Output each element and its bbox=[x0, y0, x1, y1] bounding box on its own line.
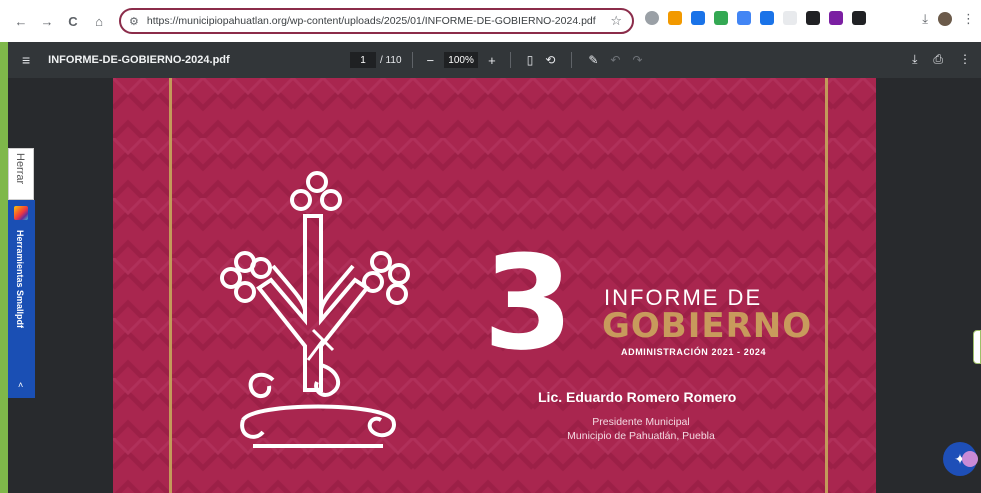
extensions-row bbox=[645, 11, 866, 25]
site-settings-icon[interactable]: ⚙ bbox=[129, 15, 139, 28]
smallpdf-tools-label: Herramientas Smallpdf bbox=[15, 230, 25, 329]
extension-icon[interactable] bbox=[852, 11, 866, 25]
more-actions-icon[interactable]: ⋮ bbox=[959, 52, 971, 67]
profile-avatar[interactable] bbox=[938, 12, 952, 26]
undo-icon[interactable]: ↶ bbox=[604, 53, 626, 67]
total-pages: / 110 bbox=[380, 54, 402, 66]
annotate-icon[interactable]: ✎ bbox=[582, 53, 604, 67]
print-icon[interactable]: ⎙ bbox=[933, 52, 943, 67]
download-icon[interactable]: ⤓ bbox=[912, 52, 917, 67]
forward-button[interactable]: → bbox=[36, 10, 58, 32]
downloads-icon[interactable]: ⤓ bbox=[922, 11, 928, 27]
address-bar[interactable]: ⚙ https://municipiopahuatlan.org/wp-cont… bbox=[119, 8, 634, 34]
pdf-toolbar: ≡ INFORME-DE-GOBIERNO-2024.pdf 1 / 110 −… bbox=[8, 42, 981, 78]
municipality-name: Municipio de Pahuatlán, Puebla bbox=[567, 430, 715, 442]
report-number: 3 bbox=[483, 227, 573, 379]
extension-icon[interactable] bbox=[691, 11, 705, 25]
extension-icon[interactable] bbox=[783, 11, 797, 25]
pdf-page: 3 INFORME DE GOBIERNO ADMINISTRACIÓN 202… bbox=[113, 78, 876, 493]
tree-logo bbox=[220, 171, 410, 448]
chevron-up-icon[interactable]: ˄ bbox=[18, 380, 23, 390]
home-button[interactable]: ⌂ bbox=[88, 10, 110, 32]
bookmark-star-icon[interactable]: ☆ bbox=[610, 13, 622, 29]
browser-right-icons: ⤓ ⋮ bbox=[922, 11, 975, 27]
toolbar-divider bbox=[509, 52, 511, 68]
reload-button[interactable]: C bbox=[62, 10, 84, 32]
side-strip bbox=[0, 42, 8, 493]
browser-toolbar: ← → C ⌂ ⚙ https://municipiopahuatlan.org… bbox=[0, 0, 981, 42]
extension-icon[interactable] bbox=[806, 11, 820, 25]
right-edge-widget[interactable] bbox=[973, 330, 981, 364]
extension-icon[interactable] bbox=[714, 11, 728, 25]
tools-tab[interactable]: Herrar bbox=[8, 148, 34, 200]
page-number-input[interactable]: 1 bbox=[350, 52, 376, 68]
url-text[interactable]: https://municipiopahuatlan.org/wp-conten… bbox=[147, 15, 610, 27]
extension-icon[interactable] bbox=[668, 11, 682, 25]
smallpdf-tools-panel[interactable]: Herramientas Smallpdf ˄ bbox=[8, 200, 35, 398]
pdf-menu-icon[interactable]: ≡ bbox=[22, 52, 30, 68]
page-controls: 1 / 110 − 100% + ▯ ⟲ ✎ ↶ ↷ bbox=[350, 52, 649, 68]
president-role: Presidente Municipal bbox=[592, 416, 690, 428]
zoom-in-button[interactable]: + bbox=[484, 53, 500, 68]
zoom-out-button[interactable]: − bbox=[423, 53, 439, 68]
toolbar-divider bbox=[411, 52, 413, 68]
fit-page-icon[interactable]: ▯ bbox=[521, 53, 540, 67]
rotate-icon[interactable]: ⟲ bbox=[539, 53, 561, 67]
gold-border-right bbox=[825, 78, 828, 493]
extension-icon[interactable] bbox=[645, 11, 659, 25]
redo-icon[interactable]: ↷ bbox=[626, 53, 648, 67]
extension-icon[interactable] bbox=[760, 11, 774, 25]
back-button[interactable]: ← bbox=[10, 10, 32, 32]
extension-icon[interactable] bbox=[737, 11, 751, 25]
tools-tab-label: Herrar bbox=[14, 153, 26, 185]
administration-period: ADMINISTRACIÓN 2021 - 2024 bbox=[621, 347, 767, 357]
zoom-input[interactable]: 100% bbox=[444, 52, 479, 68]
extension-icon[interactable] bbox=[829, 11, 843, 25]
document-title: INFORME-DE-GOBIERNO-2024.pdf bbox=[48, 54, 230, 66]
pdf-right-actions: ⤓ ⎙ ⋮ bbox=[912, 52, 971, 67]
toolbar-divider bbox=[571, 52, 573, 68]
report-title-line2: GOBIERNO bbox=[602, 306, 813, 346]
smallpdf-logo-icon bbox=[14, 206, 28, 220]
gold-border-left bbox=[169, 78, 172, 493]
president-name: Lic. Eduardo Romero Romero bbox=[538, 389, 737, 405]
browser-menu-icon[interactable]: ⋮ bbox=[962, 11, 975, 27]
assistant-badge-icon[interactable] bbox=[962, 451, 978, 467]
